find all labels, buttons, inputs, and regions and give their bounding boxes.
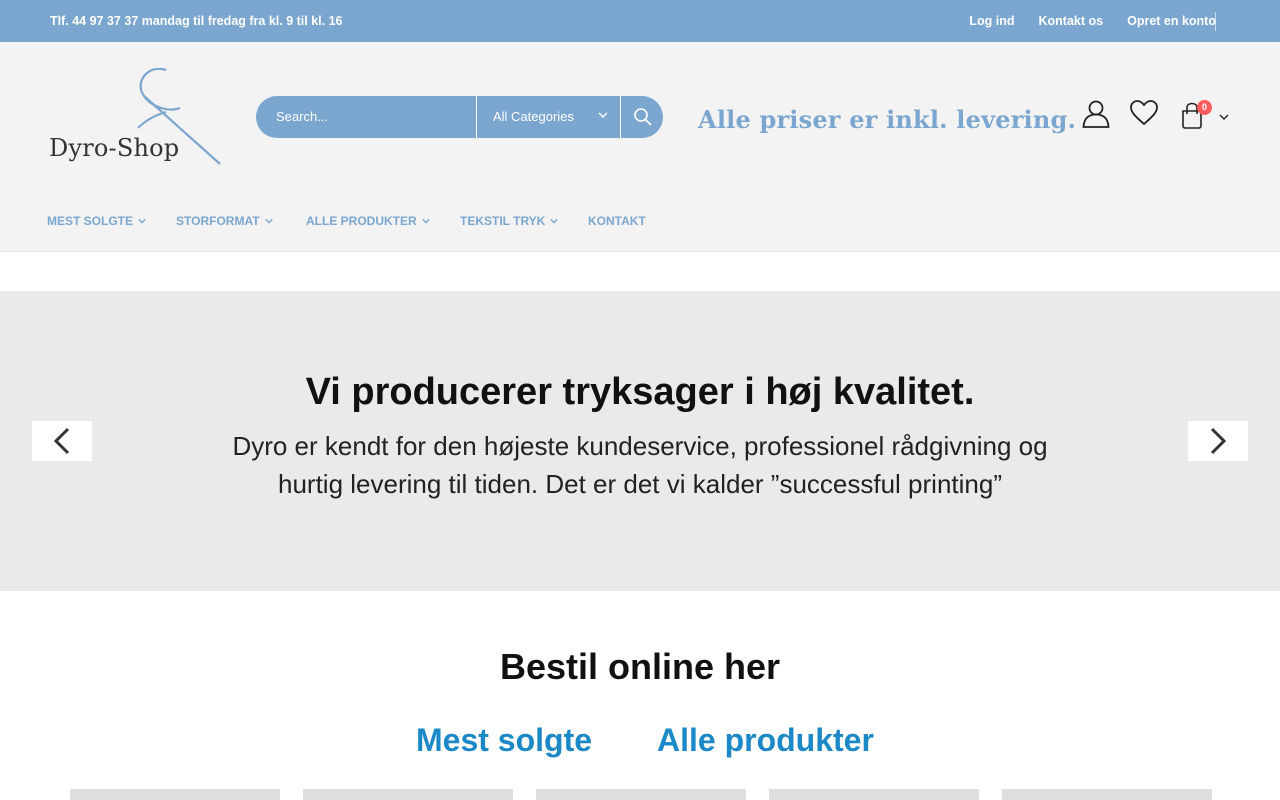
phone-info: Tlf. 44 97 37 37 mandag til fredag fra k… xyxy=(50,14,343,28)
category-label: All Categories xyxy=(493,109,574,124)
product-thumbnail[interactable] xyxy=(769,789,979,800)
search-icon[interactable] xyxy=(632,106,654,128)
top-links: Log ind Kontakt os Opret en konto xyxy=(969,14,1216,28)
hero-title: Vi producerer tryksager i høj kvalitet. xyxy=(305,371,975,413)
chevron-down-icon xyxy=(264,218,273,224)
nav-label: MEST SOLGTE xyxy=(47,214,134,228)
main-nav: MEST SOLGTE STORFORMAT ALLE PRODUKTER TE… xyxy=(0,182,1280,252)
chevron-right-icon xyxy=(1210,427,1227,455)
nav-label: KONTAKT xyxy=(588,214,646,228)
heart-icon[interactable] xyxy=(1129,98,1159,128)
tagline: Alle priser er inkl. levering. xyxy=(698,105,1077,134)
nav-label: STORFORMAT xyxy=(176,214,260,228)
top-bar: Tlf. 44 97 37 37 mandag til fredag fra k… xyxy=(0,0,1280,42)
tab-alle-produkter[interactable]: Alle produkter xyxy=(657,722,874,759)
chevron-down-icon xyxy=(598,112,608,118)
section-title: Bestil online her xyxy=(499,646,781,687)
product-thumbnail[interactable] xyxy=(70,789,280,800)
logo-text: Dyro-Shop xyxy=(49,134,180,162)
nav-item-tekstil-tryk[interactable]: TEKSTIL TRYK xyxy=(460,214,559,228)
search-bar: Search... All Categories xyxy=(256,96,663,138)
header: Dyro-Shop Search... All Categories Alle … xyxy=(0,42,1280,182)
chevron-down-icon xyxy=(138,218,146,224)
nav-item-storformat[interactable]: STORFORMAT xyxy=(176,214,273,228)
nav-label: ALLE PRODUKTER xyxy=(306,214,417,228)
register-link[interactable]: Opret en konto xyxy=(1127,14,1216,28)
search-input[interactable]: Search... xyxy=(276,109,328,124)
prev-slide-button[interactable] xyxy=(32,421,92,461)
cart-chevron-down-icon[interactable] xyxy=(1219,112,1229,122)
nav-label: TEKSTIL TRYK xyxy=(460,214,546,228)
topbar-divider xyxy=(1215,12,1216,31)
nav-item-kontakt[interactable]: KONTAKT xyxy=(588,214,646,228)
chevron-down-icon xyxy=(550,218,559,224)
user-icon[interactable] xyxy=(1081,98,1111,128)
next-slide-button[interactable] xyxy=(1188,421,1248,461)
product-thumbnail[interactable] xyxy=(1002,789,1212,800)
hero-slider: Vi producerer tryksager i høj kvalitet. … xyxy=(0,291,1280,591)
tab-mest-solgte[interactable]: Mest solgte xyxy=(416,722,592,759)
product-thumbnails xyxy=(70,789,1212,800)
chevron-left-icon xyxy=(53,427,70,455)
cart-count-badge: 0 xyxy=(1197,100,1212,115)
hero-subtitle: Dyro er kendt for den højeste kundeservi… xyxy=(232,431,1048,499)
category-select[interactable]: All Categories xyxy=(476,96,621,138)
chevron-down-icon xyxy=(421,218,430,224)
nav-item-mest-solgte[interactable]: MEST SOLGTE xyxy=(47,214,146,228)
product-thumbnail[interactable] xyxy=(536,789,746,800)
logo[interactable]: Dyro-Shop xyxy=(48,68,223,166)
nav-item-alle-produkter[interactable]: ALLE PRODUKTER xyxy=(306,214,430,228)
product-thumbnail[interactable] xyxy=(303,789,513,800)
contact-link[interactable]: Kontakt os xyxy=(1039,14,1104,28)
login-link[interactable]: Log ind xyxy=(969,14,1014,28)
